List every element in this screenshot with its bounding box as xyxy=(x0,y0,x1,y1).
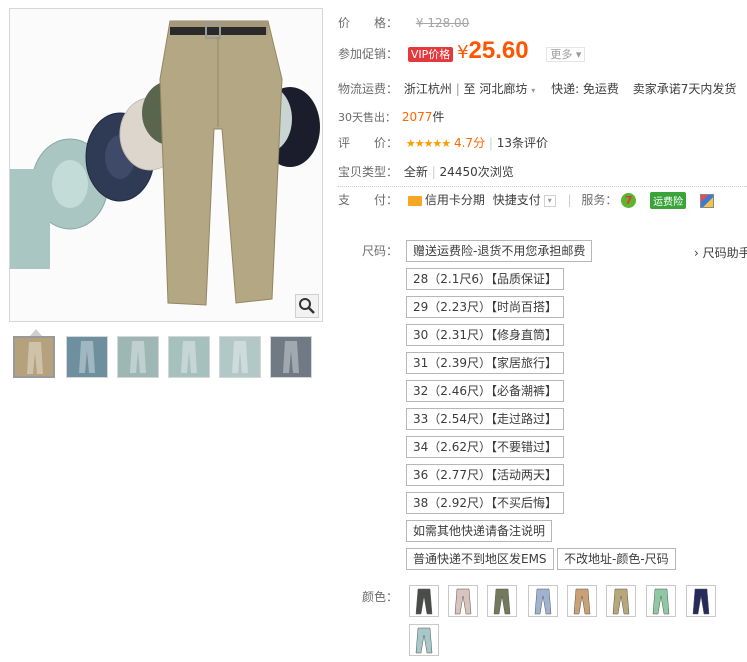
rating-label: 评 价： xyxy=(338,136,399,150)
size-option[interactable]: 34（2.62尺）【不要错过】 xyxy=(406,436,564,458)
sales-unit: 件 xyxy=(432,110,445,124)
ship-to-prefix: 至 xyxy=(463,82,476,96)
shipping-row: 物流运费： 浙江杭州 | 至 河北廊坊 ▾ 快递: 免运费 卖家承诺7天内发货 xyxy=(338,82,737,96)
size-option[interactable]: 如需其他快递请备注说明 xyxy=(406,520,553,542)
size-option[interactable]: 30（2.31尺）【修身直筒】 xyxy=(406,324,564,346)
guarantee-icon[interactable] xyxy=(699,193,714,208)
pants-icon xyxy=(493,588,511,615)
color-label: 颜色： xyxy=(362,590,399,604)
item-type-row: 宝贝类型： 全新 | 24450次浏览 xyxy=(338,165,514,179)
promo-currency: ¥ xyxy=(457,42,469,63)
thumbnail-6[interactable] xyxy=(270,336,312,378)
color-swatch[interactable] xyxy=(409,624,439,656)
size-option[interactable]: 赠送运费险-退货不用您承担邮费 xyxy=(406,240,593,262)
size-option[interactable]: 31（2.39尺）【家居旅行】 xyxy=(406,352,564,374)
size-option[interactable]: 29（2.23尺）【时尚百搭】 xyxy=(406,296,564,318)
thumb-pointer-icon xyxy=(30,329,42,336)
ship-from: 浙江杭州 xyxy=(403,82,452,96)
credit-card-icon xyxy=(407,195,422,206)
rating-score: 4.7分 xyxy=(453,136,486,150)
thumbnail-2[interactable] xyxy=(66,336,108,378)
color-swatch[interactable] xyxy=(528,585,558,617)
service-label: 服务： xyxy=(581,193,618,207)
pants-icon xyxy=(692,588,710,615)
magnifier-icon xyxy=(299,298,315,314)
size-option[interactable]: 普通快递不到地区发EMS xyxy=(406,548,554,570)
shipping-insurance-badge[interactable]: 运费险 xyxy=(650,192,687,209)
seven-day-return-icon[interactable]: 7 xyxy=(621,193,637,208)
size-option[interactable]: 28（2.1尺6）【品质保证】 xyxy=(406,268,564,290)
color-swatch[interactable] xyxy=(567,585,597,617)
pants-icon xyxy=(573,588,591,615)
pants-icon xyxy=(454,588,472,615)
thumbnail-3[interactable] xyxy=(117,336,159,378)
vip-badge: VIP价格 xyxy=(407,47,454,62)
color-swatch[interactable] xyxy=(686,585,716,617)
promo-label: 参加促销： xyxy=(338,47,399,61)
size-helper-link[interactable]: › 尺码助手 xyxy=(694,244,747,261)
color-swatch[interactable] xyxy=(487,585,517,617)
size-option[interactable]: 不改地址-颜色-尺码 xyxy=(557,548,676,570)
pants-icon xyxy=(415,627,433,654)
zoom-button[interactable] xyxy=(295,294,319,318)
size-option[interactable]: 32（2.46尺）【必备潮裤】 xyxy=(406,380,564,402)
color-swatch[interactable] xyxy=(448,585,478,617)
credit-installment[interactable]: 信用卡分期 xyxy=(407,193,485,207)
pants-icon xyxy=(612,588,630,615)
price-label: 价 格： xyxy=(338,16,399,30)
product-photo-illustration xyxy=(10,20,320,306)
more-promos-button[interactable]: 更多 ▾ xyxy=(546,47,586,62)
promo-price-row: 参加促销： VIP价格 ¥25.60 更多 ▾ xyxy=(338,37,586,64)
payment-row: 支 付： 信用卡分期 快捷支付 ▾ | 服务： 7 运费险 xyxy=(338,191,714,209)
thumbnail-4[interactable] xyxy=(168,336,210,378)
size-option[interactable]: 36（2.77尺）【活动两天】 xyxy=(406,464,564,486)
express-fee: 快递: 免运费 xyxy=(551,82,619,96)
thumbnail-5[interactable] xyxy=(219,336,261,378)
ship-promise: 卖家承诺7天内发货 xyxy=(632,82,737,96)
ship-to-select[interactable]: 河北廊坊 ▾ xyxy=(479,82,535,96)
pants-icon xyxy=(534,588,552,615)
size-option[interactable]: 38（2.92尺）【不买后悔】 xyxy=(406,492,564,514)
size-label: 尺码： xyxy=(362,244,399,258)
quick-pay-dropdown-icon[interactable]: ▾ xyxy=(543,194,556,207)
promo-price: 25.60 xyxy=(468,37,529,64)
color-swatch[interactable] xyxy=(646,585,676,617)
quick-pay[interactable]: 快捷支付 xyxy=(493,193,541,207)
type-label: 宝贝类型： xyxy=(338,165,399,179)
original-price: ¥ 128.00 xyxy=(415,16,470,30)
color-swatch[interactable] xyxy=(409,585,439,617)
sales-row: 30天售出： 2077件 xyxy=(338,108,444,125)
sales-label: 30天售出： xyxy=(338,111,396,124)
shipping-label: 物流运费： xyxy=(338,82,399,96)
rating-row: 评 价： ★★★★★ 4.7分 | 13条评价 xyxy=(338,136,549,150)
divider xyxy=(337,186,747,187)
size-option[interactable]: 33（2.54尺）【走过路过】 xyxy=(406,408,564,430)
pants-icon xyxy=(652,588,670,615)
pay-label: 支 付： xyxy=(338,193,399,207)
reviews-link[interactable]: 13条评价 xyxy=(497,136,548,150)
view-count: 24450次浏览 xyxy=(439,165,514,179)
main-product-image[interactable] xyxy=(9,8,323,322)
rating-stars: ★★★★★ xyxy=(405,137,451,150)
original-price-row: 价 格： ¥ 128.00 xyxy=(338,14,469,31)
thumbnail-1[interactable] xyxy=(13,336,55,378)
sales-count: 2077 xyxy=(401,110,433,124)
pants-icon xyxy=(415,588,433,615)
condition: 全新 xyxy=(403,165,428,179)
color-swatch[interactable] xyxy=(606,585,636,617)
